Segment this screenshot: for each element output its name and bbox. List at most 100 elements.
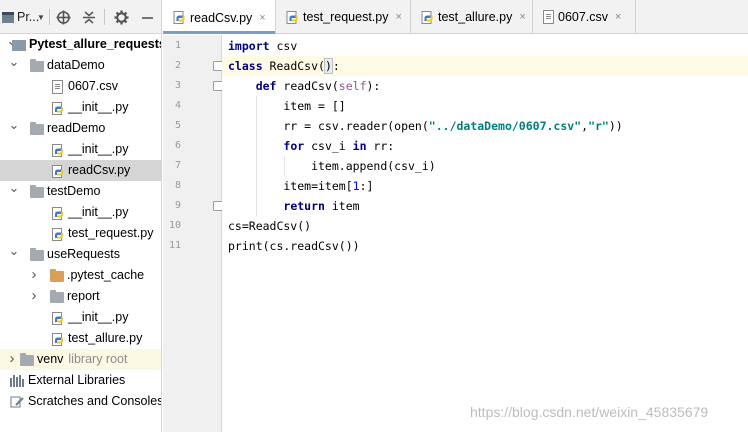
tree-item-label: __init__.py [68, 310, 129, 324]
library-icon [10, 375, 24, 387]
watermark: https://blog.csdn.net/weixin_45835679 [470, 404, 709, 420]
tree-item[interactable]: 0607.csv [0, 76, 161, 97]
tree-item-label: Scratches and Consoles [28, 394, 162, 408]
tree-item[interactable]: ⌄ useRequests [0, 243, 161, 265]
code-line[interactable]: item = [] [228, 96, 345, 116]
editor-tab-label: test_allure.py [438, 10, 513, 24]
chevron-down-icon[interactable]: ⌄ [8, 240, 20, 261]
tree-item[interactable]: __init__.py [0, 97, 161, 118]
chevron-down-icon[interactable]: ⌄ [8, 51, 20, 72]
line-number: 8 [174, 180, 181, 191]
tree-item[interactable]: __init__.py [0, 307, 161, 328]
folder-icon [50, 290, 64, 303]
python-file-icon [286, 10, 299, 24]
csv-file-icon [52, 80, 63, 94]
tree-item-label: __init__.py [68, 142, 129, 156]
tree-item[interactable]: › venv library root [0, 348, 161, 370]
line-number: 10 [168, 220, 181, 231]
editor-tab[interactable]: test_allure.py × [411, 0, 533, 34]
tree-item[interactable]: ⌄ dataDemo [0, 54, 161, 76]
editor-tab[interactable]: test_request.py × [276, 0, 411, 34]
close-tab-icon[interactable]: × [615, 11, 621, 23]
code-editor[interactable]: import csv class ReadCsv(): def readCsv(s… [222, 35, 748, 432]
crosshair-icon[interactable] [52, 0, 74, 34]
tree-item[interactable]: ⌄Pytest_allure_requests [0, 33, 162, 55]
project-tree: ⌄Pytest_allure_requests⌄dataDemo0607.csv… [0, 33, 162, 412]
tree-item[interactable]: › .pytest_cache [0, 264, 161, 286]
editor-tab[interactable]: readCsv.py × [163, 0, 276, 35]
code-line[interactable]: def readCsv(self): [228, 76, 381, 96]
python-file-icon [52, 101, 64, 115]
tree-item-label: External Libraries [28, 373, 126, 387]
tree-item[interactable]: __init__.py [0, 139, 161, 160]
line-number: 6 [174, 140, 181, 151]
code-line[interactable]: item=item[1:] [228, 176, 373, 196]
tree-item-label: 0607.csv [68, 79, 119, 93]
code-line[interactable]: item.append(csv_i) [228, 156, 436, 176]
tree-item[interactable]: readCsv.py [0, 160, 161, 181]
tree-item-label: venv library root [37, 352, 128, 366]
folder-icon [50, 269, 64, 282]
collapse-all-icon[interactable] [78, 0, 100, 34]
minimize-icon[interactable] [136, 0, 158, 34]
code-line[interactable]: cs=ReadCsv() [228, 216, 311, 236]
close-tab-icon[interactable]: × [519, 11, 525, 23]
tree-item-label: testDemo [47, 184, 101, 198]
tree-item-label: Pytest_allure_requests [29, 37, 162, 51]
editor-tab-label: test_request.py [303, 10, 389, 24]
close-tab-icon[interactable]: × [395, 11, 401, 23]
code-line[interactable]: return item [228, 196, 359, 216]
tree-item[interactable]: ⌄ readDemo [0, 117, 161, 139]
line-number: 3 [174, 80, 181, 91]
chevron-down-icon[interactable]: ⌄ [8, 177, 20, 198]
line-number: 1 [174, 40, 181, 51]
line-number: 11 [168, 240, 181, 251]
project-panel-title: Pr... [17, 10, 40, 24]
code-line[interactable]: import csv [228, 36, 297, 56]
project-panel-toolbar: Pr... ▼ [0, 0, 161, 34]
python-file-icon [52, 143, 64, 157]
line-number: 7 [174, 160, 181, 171]
scratch-icon [10, 395, 24, 409]
folder-icon [20, 353, 34, 366]
tree-item-label: useRequests [47, 247, 120, 261]
tree-item[interactable]: __init__.py [0, 202, 161, 223]
python-file-icon [52, 164, 64, 178]
chevron-right-icon[interactable]: › [28, 285, 40, 306]
editor-tab-label: readCsv.py [190, 10, 253, 25]
code-line[interactable]: print(cs.readCsv()) [228, 236, 360, 256]
tree-item-label: .pytest_cache [67, 268, 145, 282]
tree-item[interactable]: Scratches and Consoles [0, 391, 162, 412]
chevron-right-icon[interactable]: › [6, 348, 18, 369]
gear-icon[interactable] [110, 0, 132, 34]
chevron-down-icon[interactable]: ⌄ [8, 114, 20, 135]
project-icon [2, 11, 14, 23]
tree-item-label: test_request.py [68, 226, 154, 240]
library-root-label: library root [68, 352, 128, 366]
indent-guide [284, 156, 285, 176]
folder-icon [30, 185, 44, 198]
tree-item-label: report [67, 289, 100, 303]
python-file-icon [173, 11, 186, 24]
chevron-right-icon[interactable]: › [28, 264, 40, 285]
tree-item-label: dataDemo [47, 58, 105, 72]
python-file-icon [52, 206, 64, 220]
tree-item[interactable]: ⌄ testDemo [0, 180, 161, 202]
tree-item[interactable]: test_allure.py [0, 328, 161, 349]
tree-item[interactable]: › report [0, 285, 161, 307]
tree-item-label: readDemo [47, 121, 106, 135]
python-file-icon [52, 227, 64, 241]
editor-tab[interactable]: 0607.csv × [533, 0, 636, 34]
folder-icon [30, 59, 44, 72]
tree-item-label: __init__.py [68, 100, 129, 114]
code-line[interactable]: rr = csv.reader(open("../dataDemo/0607.c… [228, 116, 622, 136]
code-line[interactable]: for csv_i in rr: [228, 136, 394, 156]
close-tab-icon[interactable]: × [259, 12, 265, 24]
code-line[interactable]: class ReadCsv(): [228, 56, 340, 76]
python-file-icon [52, 311, 64, 325]
project-panel: Pr... ▼ ⌄Pytest_allure_requests⌄dataDemo… [0, 0, 162, 432]
tree-item[interactable]: External Libraries [0, 370, 161, 391]
tree-item[interactable]: test_request.py [0, 223, 161, 244]
line-number: 5 [174, 120, 181, 131]
chevron-down-icon[interactable]: ▼ [37, 0, 45, 34]
